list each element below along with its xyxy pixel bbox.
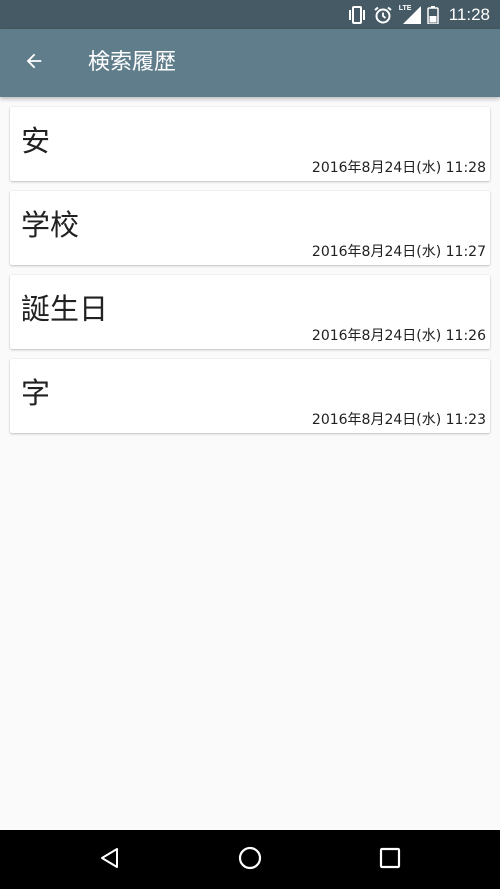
alarm-icon xyxy=(373,6,399,24)
app-bar: 検索履歴 xyxy=(0,29,500,97)
back-triangle-icon xyxy=(98,846,122,874)
history-timestamp: 2016年8月24日(水) 11:26 xyxy=(311,328,486,344)
battery-icon xyxy=(426,5,445,24)
history-item[interactable]: 学校 2016年8月24日(水) 11:27 xyxy=(10,191,490,265)
history-item[interactable]: 字 2016年8月24日(水) 11:23 xyxy=(10,359,490,433)
history-word: 誕生日 xyxy=(21,292,109,326)
history-item[interactable]: 誕生日 2016年8月24日(水) 11:26 xyxy=(10,275,490,349)
vibrate-icon xyxy=(347,5,373,24)
history-item[interactable]: 安 2016年8月24日(水) 11:28 xyxy=(10,107,490,181)
nav-recents-button[interactable] xyxy=(370,840,410,880)
history-timestamp: 2016年8月24日(水) 11:28 xyxy=(311,160,486,176)
lte-label: LTE xyxy=(398,4,412,12)
status-bar: LTE 11:28 xyxy=(0,0,500,29)
navigation-bar xyxy=(0,830,500,889)
home-circle-icon xyxy=(237,845,263,875)
page-title: 検索履歴 xyxy=(88,50,177,75)
arrow-back-icon xyxy=(23,50,45,76)
history-timestamp: 2016年8月24日(水) 11:27 xyxy=(311,244,486,260)
recents-square-icon xyxy=(379,847,401,873)
back-button[interactable] xyxy=(14,43,54,83)
history-timestamp: 2016年8月24日(水) 11:23 xyxy=(311,412,486,428)
lte-signal-icon: LTE xyxy=(398,4,421,24)
status-time: 11:28 xyxy=(448,4,490,24)
nav-back-button[interactable] xyxy=(90,840,130,880)
status-icons: LTE 11:28 xyxy=(347,0,490,29)
history-word: 字 xyxy=(21,376,51,410)
history-word: 学校 xyxy=(21,208,80,242)
nav-home-button[interactable] xyxy=(230,840,270,880)
history-word: 安 xyxy=(21,124,51,158)
